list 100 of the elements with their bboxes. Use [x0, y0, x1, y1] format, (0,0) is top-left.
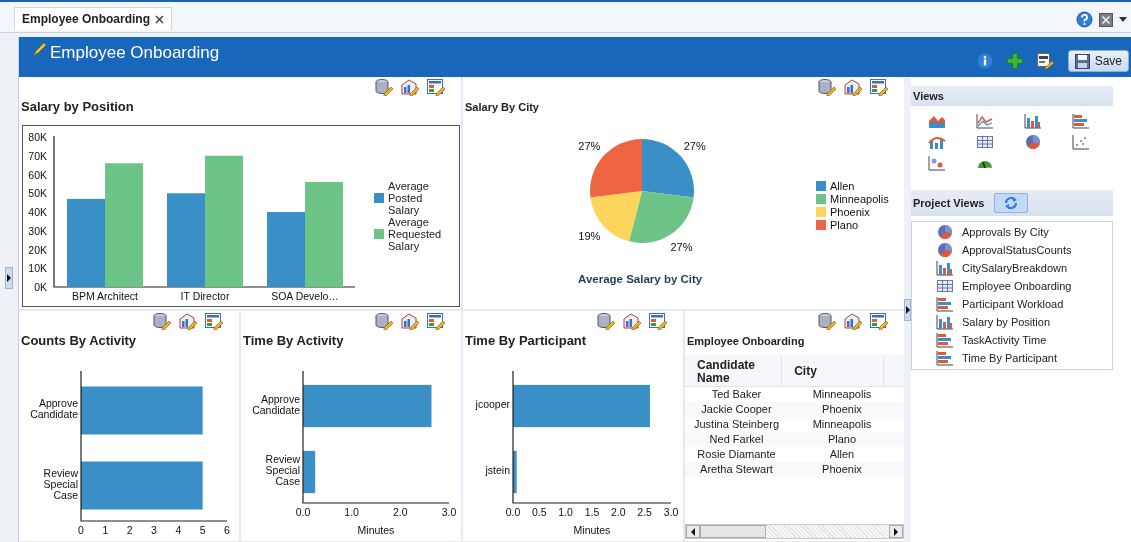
axis-category-label: jstein: [485, 464, 510, 476]
layout-pencil-icon[interactable]: [870, 79, 888, 96]
layout-pencil-icon[interactable]: [427, 313, 445, 330]
bar-chart-icon[interactable]: [1024, 113, 1042, 129]
database-pencil-icon[interactable]: [818, 79, 836, 96]
database-pencil-icon[interactable]: [375, 79, 393, 96]
axis-tick-label: 0K: [34, 281, 47, 293]
database-pencil-icon[interactable]: [597, 313, 615, 330]
layout-pencil-icon[interactable]: [205, 313, 223, 330]
chart-pencil-icon[interactable]: [844, 79, 862, 96]
axis-tick-label: 40K: [28, 206, 47, 218]
collapse-handle[interactable]: [904, 299, 911, 321]
layout-pencil-icon[interactable]: [427, 79, 445, 96]
refresh-button[interactable]: [994, 193, 1029, 213]
scrollbar[interactable]: [685, 524, 904, 539]
database-pencil-icon[interactable]: [818, 313, 836, 330]
column-header[interactable]: City: [782, 355, 884, 386]
combo-chart-icon[interactable]: [928, 134, 946, 150]
legend-swatch: [374, 193, 384, 203]
slice-value-label: 19%: [578, 229, 601, 242]
chart-pencil-icon[interactable]: [401, 313, 419, 330]
axis-tick-label: 10K: [28, 262, 47, 275]
column-header[interactable]: Candidate Name: [685, 355, 783, 386]
list-item[interactable]: CitySalaryBreakdown: [962, 262, 1068, 274]
axis-tick-label: 1.0: [558, 506, 573, 518]
panel-title: Time By Activity: [242, 332, 345, 350]
axis-title: Minutes: [573, 524, 611, 536]
axis-tick-label: 2: [126, 524, 133, 536]
pie-chart-icon[interactable]: [936, 224, 954, 240]
list-item[interactable]: TaskActivity Time: [962, 334, 1047, 346]
table-cell-text: Minneapolis: [811, 417, 873, 432]
panel-title: Salary By City: [464, 100, 540, 115]
axis-tick-label: 0.0: [505, 506, 521, 518]
arrow-right-icon[interactable]: [894, 527, 898, 536]
hbar-chart-icon[interactable]: [1072, 113, 1090, 129]
axis-tick-label: 1: [102, 524, 109, 536]
bar-chart-icon[interactable]: [936, 314, 954, 330]
pie-slice: [629, 191, 694, 243]
line-chart-icon[interactable]: [976, 113, 994, 129]
floppy-icon: [1074, 53, 1090, 69]
slice-value-label: 27%: [670, 240, 693, 253]
list-item[interactable]: Approvals By City: [962, 226, 1049, 238]
table-chart-icon[interactable]: [976, 134, 994, 150]
axis-tick-label: 0: [78, 524, 84, 536]
bubble-chart-icon[interactable]: [928, 155, 946, 171]
list-item[interactable]: Employee Onboarding: [962, 280, 1072, 292]
panel-title: Salary by Position: [20, 98, 135, 116]
save-button[interactable]: Save: [1067, 50, 1129, 72]
list-item[interactable]: Time By Participant: [962, 352, 1057, 364]
axis-tick-label: 2.0: [393, 506, 408, 518]
close-icon[interactable]: [155, 14, 164, 24]
chart-pencil-icon[interactable]: [623, 313, 641, 330]
caret-icon[interactable]: [1119, 17, 1127, 22]
table-chart-icon[interactable]: [936, 278, 954, 294]
legend-swatch: [816, 181, 826, 191]
bar: [513, 450, 517, 494]
axis-tick-label: 20K: [28, 243, 47, 256]
scatter-chart-icon[interactable]: [1072, 134, 1090, 150]
arrow-left-icon[interactable]: [691, 527, 695, 536]
database-pencil-icon[interactable]: [375, 313, 393, 330]
close-box-icon[interactable]: [1099, 12, 1113, 27]
slice-value-label: 27%: [683, 140, 706, 153]
hbar-chart-icon[interactable]: [936, 296, 954, 312]
bar-chart-icon[interactable]: [936, 260, 954, 276]
database-pencil-icon[interactable]: [153, 313, 171, 330]
layout-pencil-icon[interactable]: [870, 313, 888, 330]
axis-title: Minutes: [357, 524, 395, 536]
axis-tick-label: 0.5: [532, 506, 547, 518]
pie-chart-icon[interactable]: [1024, 134, 1042, 150]
chart-pencil-icon[interactable]: [401, 79, 419, 96]
expand-handle[interactable]: [5, 267, 13, 289]
axis-tick-label: 6: [224, 524, 230, 536]
label-pencil-icon[interactable]: [1036, 53, 1054, 69]
hbar-chart-icon[interactable]: [936, 350, 954, 366]
legend-swatch: [816, 207, 826, 217]
list-item[interactable]: Salary by Position: [962, 316, 1051, 328]
table-cell-text: Minneapolis: [811, 387, 873, 402]
table-cell-text: Ned Farkel: [708, 432, 765, 447]
axis-tick-label: 3: [151, 524, 157, 536]
legend-label: Minneapolis: [830, 193, 889, 205]
help-icon[interactable]: [1076, 11, 1093, 28]
layout-pencil-icon[interactable]: [649, 313, 667, 330]
list-item[interactable]: Participant Workload: [962, 298, 1064, 310]
axis-tick-label: 5: [199, 524, 206, 536]
pie-chart-icon[interactable]: [936, 242, 954, 258]
table-cell-text: Ted Baker: [710, 387, 763, 402]
table-cell-text: Aretha Stewart: [699, 462, 774, 477]
info-icon[interactable]: [976, 53, 993, 69]
chart-pencil-icon[interactable]: [844, 313, 862, 330]
legend-label: Average Requested Salary: [388, 216, 443, 252]
axis-category-label: Approve Candidate: [30, 397, 78, 420]
legend-swatch: [374, 229, 384, 239]
list-item[interactable]: ApprovalStatusCounts: [962, 244, 1072, 256]
table-cell-text: Jackie Cooper: [700, 402, 773, 417]
table-cell-text: Phoenix: [821, 462, 863, 477]
table-cell-text: Rosie Diamante: [696, 447, 777, 462]
hbar-chart-icon[interactable]: [936, 332, 954, 348]
table-cell-text: Phoenix: [821, 402, 863, 417]
chart-pencil-icon[interactable]: [179, 313, 197, 330]
tab[interactable]: Employee Onboarding: [14, 7, 172, 30]
